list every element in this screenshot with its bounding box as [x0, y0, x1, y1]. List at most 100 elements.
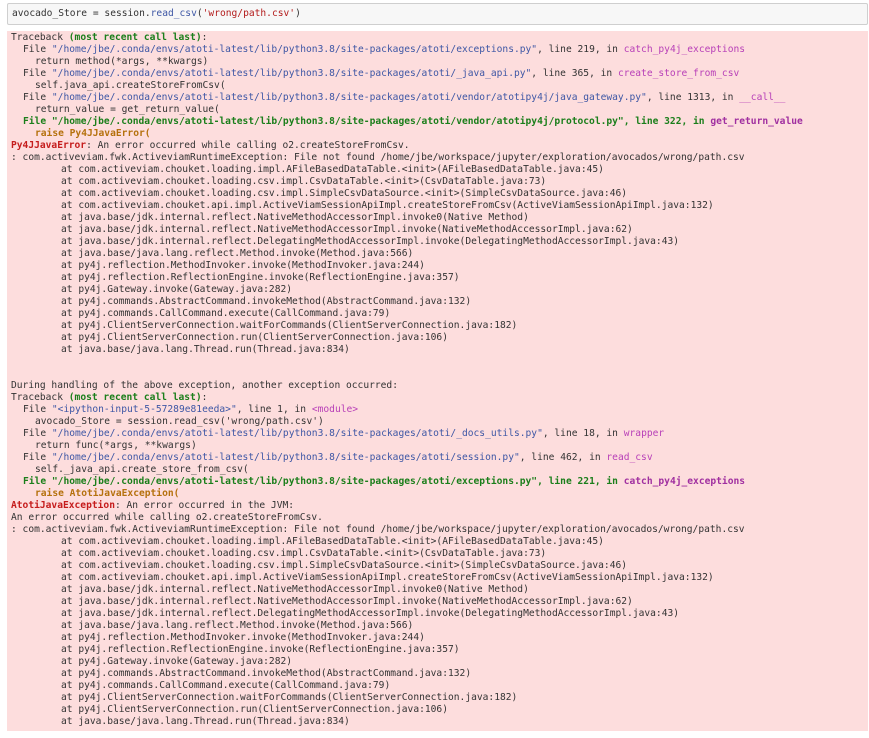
- stack-frame: at java.base/java.lang.Thread.run(Thread…: [11, 344, 864, 356]
- exception-line: : com.activeviam.fwk.ActiveviamRuntimeEx…: [11, 524, 864, 536]
- frame-path: "/home/jbe/.conda/envs/atoti-latest/lib/…: [51, 92, 647, 103]
- code-variable: avocado_Store: [12, 8, 88, 19]
- frame-line-number: 462: [560, 452, 578, 463]
- in-separator: , in: [589, 68, 618, 79]
- stack-frame-text: at java.base/java.lang.Thread.run(Thread…: [61, 716, 350, 727]
- frame-function: create_store_from_csv: [617, 68, 740, 79]
- stack-frame: at py4j.reflection.ReflectionEngine.invo…: [11, 644, 864, 656]
- stack-frame: at java.base/jdk.internal.reflect.Native…: [11, 212, 864, 224]
- line-separator: , line: [537, 476, 578, 487]
- traceback-last-frame: File "/home/jbe/.conda/envs/atoti-latest…: [11, 116, 864, 128]
- frame-source-line: return_value = get_return_value(: [11, 104, 864, 116]
- stack-frame-text: at py4j.reflection.MethodInvoker.invoke(…: [61, 632, 425, 643]
- frame-source-line: avocado_Store = session.read_csv('wrong/…: [11, 416, 864, 428]
- stack-frame-text: at py4j.commands.AbstractCommand.invokeM…: [61, 296, 472, 307]
- stack-frame: at java.base/jdk.internal.reflect.Native…: [11, 596, 864, 608]
- stack-frame-text: at java.base/jdk.internal.reflect.Native…: [61, 596, 633, 607]
- frame-source-line: raise Py4JJavaError(: [11, 128, 864, 140]
- frame-path: "/home/jbe/.conda/envs/atoti-latest/lib/…: [51, 68, 532, 79]
- stack-frame: at py4j.ClientServerConnection.run(Clien…: [11, 704, 864, 716]
- stack-frame: at com.activeviam.chouket.loading.csv.im…: [11, 560, 864, 572]
- stack-frame-text: at java.base/jdk.internal.reflect.Delega…: [61, 608, 680, 619]
- stack-frame: at py4j.commands.AbstractCommand.invokeM…: [11, 668, 864, 680]
- frame-path: "<ipython-input-5-57289e81eeda>": [51, 404, 237, 415]
- frame-path: "/home/jbe/.conda/envs/atoti-latest/lib/…: [51, 116, 624, 127]
- stack-frame: at com.activeviam.chouket.loading.csv.im…: [11, 548, 864, 560]
- frame-path: "/home/jbe/.conda/envs/atoti-latest/lib/…: [51, 452, 520, 463]
- stack-frame: at py4j.commands.CallCommand.execute(Cal…: [11, 680, 864, 692]
- stack-frame: at py4j.reflection.MethodInvoker.invoke(…: [11, 632, 864, 644]
- traceback-frame: File "/home/jbe/.conda/envs/atoti-latest…: [11, 428, 864, 440]
- stack-frame-text: at py4j.Gateway.invoke(Gateway.java:282): [61, 284, 293, 295]
- frame-line-number: 18: [583, 428, 595, 439]
- error-name: AtotiJavaException: [11, 500, 115, 511]
- stack-frame: at com.activeviam.chouket.api.impl.Activ…: [11, 200, 864, 212]
- traceback-header: Traceback (most recent call last):: [11, 392, 864, 404]
- traceback-frame: File "/home/jbe/.conda/envs/atoti-latest…: [11, 44, 864, 56]
- traceback-colon: :: [201, 32, 208, 43]
- line-separator: , line: [519, 452, 561, 463]
- code-method: read_csv: [150, 8, 197, 19]
- stack-frame-text: at com.activeviam.chouket.loading.csv.im…: [61, 176, 547, 187]
- frame-source-line: self.java_api.createStoreFromCsv(: [11, 80, 864, 92]
- error-output-cell: Traceback (most recent call last): File "…: [7, 31, 868, 731]
- stack-frame-text: at com.activeviam.chouket.loading.impl.A…: [61, 164, 604, 175]
- code-string-arg: 'wrong/path.csv': [202, 8, 296, 19]
- exception-text: : com.activeviam.fwk.ActiveviamRuntimeEx…: [11, 524, 745, 535]
- traceback-colon: :: [201, 392, 208, 403]
- stack-frame-text: at java.base/java.lang.reflect.Method.in…: [61, 248, 414, 259]
- traceback-most-recent: (most recent call last): [68, 392, 202, 403]
- frame-code: self.java_api.createStoreFromCsv(: [35, 80, 226, 91]
- traceback-frame: File "<ipython-input-5-57289e81eeda>", l…: [11, 404, 864, 416]
- stack-frame-text: at com.activeviam.chouket.loading.csv.im…: [61, 188, 628, 199]
- frame-function: read_csv: [606, 452, 653, 463]
- frame-code: return_value = get_return_value(: [35, 104, 220, 115]
- frame-line-number: 219: [577, 44, 595, 55]
- traceback-most-recent: (most recent call last): [68, 32, 202, 43]
- stack-frame-text: at py4j.ClientServerConnection.run(Clien…: [61, 704, 448, 715]
- frame-path: "/home/jbe/.conda/envs/atoti-latest/lib/…: [51, 476, 538, 487]
- stack-frame: at java.base/java.lang.Thread.run(Thread…: [11, 716, 864, 728]
- line-separator: , line: [623, 116, 665, 127]
- in-separator: , in: [594, 428, 624, 439]
- stack-frame-text: at py4j.reflection.ReflectionEngine.invo…: [61, 272, 460, 283]
- frame-source-line: return func(*args, **kwargs): [11, 440, 864, 452]
- stack-frame: at py4j.ClientServerConnection.run(Clien…: [11, 332, 864, 344]
- traceback-header: Traceback (most recent call last):: [11, 32, 864, 44]
- stack-frame: at py4j.Gateway.invoke(Gateway.java:282): [11, 284, 864, 296]
- stack-frame: at py4j.commands.AbstractCommand.invokeM…: [11, 296, 864, 308]
- in-separator: , in: [577, 452, 607, 463]
- stack-frame: at py4j.ClientServerConnection.waitForCo…: [11, 692, 864, 704]
- file-keyword: File: [23, 452, 52, 463]
- frame-function: wrapper: [623, 428, 665, 439]
- stack-frame: at java.base/java.lang.reflect.Method.in…: [11, 248, 864, 260]
- in-separator: , in: [681, 116, 711, 127]
- exception-text: : com.activeviam.fwk.ActiveviamRuntimeEx…: [11, 152, 745, 163]
- file-keyword: File: [23, 92, 52, 103]
- stack-frame: at py4j.reflection.MethodInvoker.invoke(…: [11, 260, 864, 272]
- file-keyword: File: [23, 428, 52, 439]
- stack-frame: at py4j.commands.CallCommand.execute(Cal…: [11, 308, 864, 320]
- frame-code: return method(*args, **kwargs): [35, 56, 209, 67]
- stack-frame-text: at com.activeviam.chouket.loading.impl.A…: [61, 536, 604, 547]
- line-separator: , line: [646, 92, 688, 103]
- stack-frame-text: at py4j.reflection.ReflectionEngine.invo…: [61, 644, 460, 655]
- traceback-frame: File "/home/jbe/.conda/envs/atoti-latest…: [11, 68, 864, 80]
- stack-frame: at com.activeviam.chouket.loading.csv.im…: [11, 176, 864, 188]
- stack-frame-text: at py4j.commands.AbstractCommand.invokeM…: [61, 668, 472, 679]
- frame-function: __call__: [739, 92, 786, 103]
- frame-code: return func(*args, **kwargs): [35, 440, 197, 451]
- file-keyword: File: [23, 68, 52, 79]
- stack-frame: at com.activeviam.chouket.loading.csv.im…: [11, 188, 864, 200]
- code-input-cell[interactable]: avocado_Store = session.read_csv('wrong/…: [7, 3, 868, 25]
- exception-line: : com.activeviam.fwk.ActiveviamRuntimeEx…: [11, 152, 864, 164]
- stack-frame-text: at java.base/jdk.internal.reflect.Native…: [61, 212, 529, 223]
- frame-line-number: 365: [571, 68, 590, 79]
- stack-frame-text: at java.base/java.lang.Thread.run(Thread…: [61, 344, 350, 355]
- frame-code: avocado_Store = session.read_csv('wrong/…: [35, 416, 324, 427]
- error-name: Py4JJavaError: [11, 140, 87, 151]
- stack-frame: at py4j.Gateway.invoke(Gateway.java:282): [11, 656, 864, 668]
- frame-function: catch_py4j_exceptions: [623, 44, 746, 55]
